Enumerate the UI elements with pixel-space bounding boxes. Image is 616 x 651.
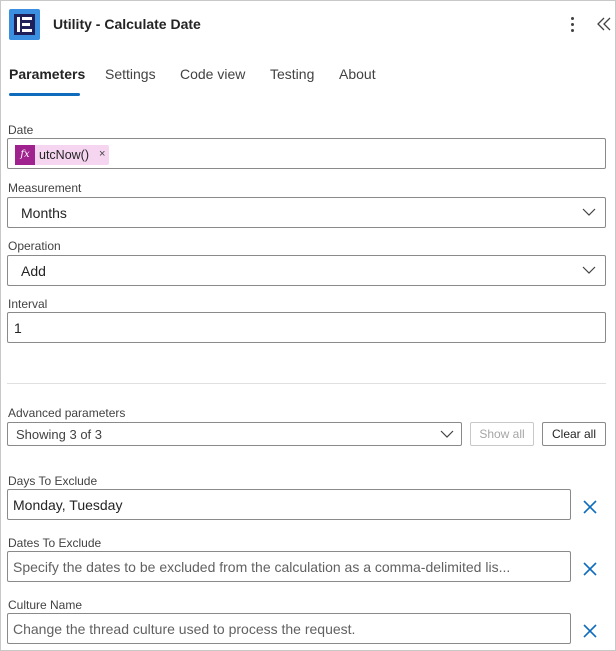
close-icon[interactable] [582, 499, 598, 515]
days-to-exclude-input[interactable]: Monday, Tuesday [7, 489, 571, 520]
close-icon[interactable] [582, 561, 598, 577]
token-remove-icon[interactable]: × [99, 148, 105, 160]
panel-header: Utility - Calculate Date [1, 1, 615, 47]
chevron-down-icon [582, 266, 596, 274]
dates-to-exclude-label: Dates To Exclude [8, 536, 102, 550]
chevron-down-icon [440, 430, 454, 438]
tab-about[interactable]: About [339, 66, 376, 82]
tab-code-view[interactable]: Code view [180, 66, 245, 82]
expression-token[interactable]: fx utcNow() × [15, 145, 109, 165]
interval-value: 1 [14, 320, 22, 336]
advanced-parameters-dropdown[interactable]: Showing 3 of 3 [7, 422, 462, 446]
days-to-exclude-label: Days To Exclude [8, 474, 98, 488]
dates-to-exclude-placeholder: Specify the dates to be excluded from th… [13, 559, 511, 575]
culture-name-label: Culture Name [8, 598, 83, 612]
action-panel: Utility - Calculate Date Parameters Sett… [0, 0, 616, 651]
show-all-button[interactable]: Show all [470, 422, 534, 446]
measurement-value: Months [21, 205, 67, 221]
culture-name-input[interactable]: Change the thread culture used to proces… [7, 613, 571, 644]
panel-title: Utility - Calculate Date [53, 16, 201, 32]
more-vertical-icon[interactable] [564, 14, 582, 34]
section-divider [7, 383, 606, 384]
days-to-exclude-value: Monday, Tuesday [13, 497, 123, 513]
operation-dropdown[interactable]: Add [7, 255, 606, 286]
advanced-parameters-label: Advanced parameters [8, 406, 126, 420]
interval-label: Interval [8, 297, 48, 311]
date-field[interactable]: fx utcNow() × [7, 138, 606, 169]
active-tab-indicator [9, 93, 80, 96]
advanced-parameters-value: Showing 3 of 3 [16, 427, 103, 442]
clear-all-button[interactable]: Clear all [542, 422, 606, 446]
token-text: utcNow() [39, 148, 90, 162]
date-label: Date [8, 123, 34, 137]
measurement-dropdown[interactable]: Months [7, 197, 606, 228]
operation-label: Operation [8, 239, 61, 253]
tab-testing[interactable]: Testing [270, 66, 314, 82]
logo-icon [9, 9, 40, 40]
tab-settings[interactable]: Settings [105, 66, 156, 82]
measurement-label: Measurement [8, 181, 82, 195]
tab-parameters[interactable]: Parameters [9, 66, 85, 82]
dates-to-exclude-input[interactable]: Specify the dates to be excluded from th… [7, 551, 571, 582]
function-icon: fx [15, 145, 35, 165]
chevron-down-icon [582, 208, 596, 216]
operation-value: Add [21, 263, 46, 279]
culture-name-placeholder: Change the thread culture used to proces… [13, 621, 356, 637]
close-icon[interactable] [582, 623, 598, 639]
interval-input[interactable]: 1 [7, 312, 606, 343]
double-chevron-left-icon[interactable] [595, 14, 613, 34]
tab-list: Parameters Settings Code view Testing Ab… [1, 59, 615, 99]
